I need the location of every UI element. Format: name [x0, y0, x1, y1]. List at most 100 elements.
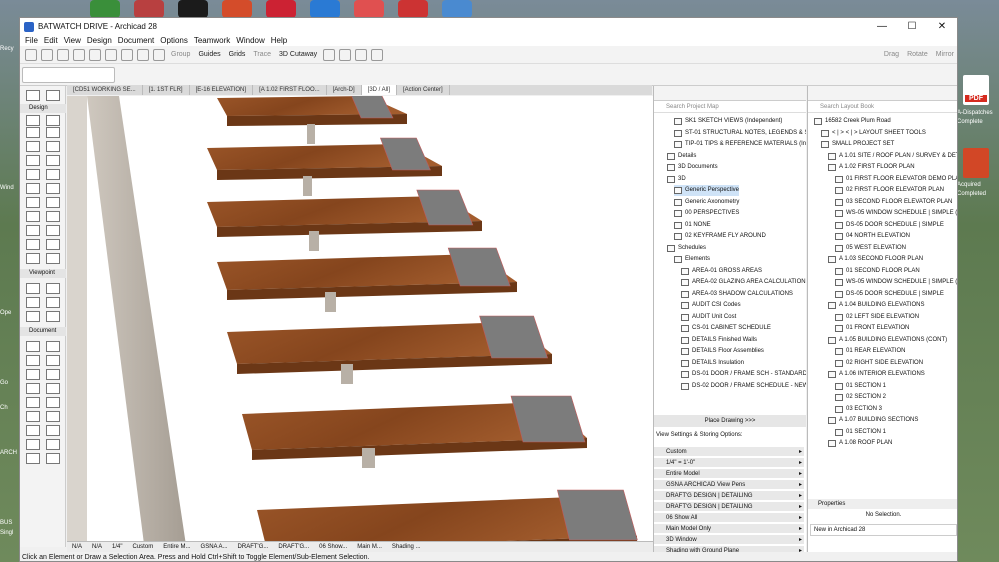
mirror-button[interactable]: Mirror [933, 51, 957, 58]
tree-item[interactable]: < | > < | > LAYOUT SHEET TOOLS [821, 128, 926, 139]
toolbox-tool-icon[interactable] [26, 311, 40, 322]
toolbox-tool-icon[interactable] [46, 115, 60, 126]
status-na-2[interactable]: N/A [87, 544, 107, 550]
status-shading[interactable]: Shading ... [387, 544, 426, 550]
menu-options[interactable]: Options [157, 35, 191, 46]
tab-e16-elevation[interactable]: [E-16 ELEVATION] [190, 85, 254, 95]
tree-item[interactable]: AREA-03 SHADOW CALCULATIONS [681, 289, 793, 300]
toolbox-tool-icon[interactable] [26, 141, 40, 152]
toolbox-tool-icon[interactable] [46, 397, 60, 408]
toolbox-tool-icon[interactable] [46, 127, 60, 138]
view-setting-row[interactable]: DRAFT'G DESIGN | DETAILING [654, 491, 804, 501]
pick-up-icon[interactable] [105, 48, 117, 61]
open-icon[interactable] [25, 48, 37, 61]
info-box-controls[interactable] [22, 67, 115, 83]
tree-item[interactable]: Generic Perspective [674, 185, 740, 196]
tree-item[interactable]: TIP-01 TIPS & REFERENCE MATERIALS (Indep [674, 139, 806, 150]
tree-item[interactable]: DS-02 DOOR / FRAME SCHEDULE - NEW ( [681, 381, 806, 392]
tree-item[interactable]: 01 SECOND FLOOR PLAN [835, 266, 920, 277]
status-custom[interactable]: Custom [128, 544, 159, 550]
place-drawing-button[interactable]: Place Drawing >>> [654, 415, 806, 427]
toolbox-tool-icon[interactable] [26, 283, 40, 294]
toolbox-tool-icon[interactable] [46, 439, 60, 450]
tree-item[interactable]: 02 KEYFRAME FLY AROUND [674, 231, 766, 242]
tree-item[interactable]: A 1.04 BUILDING ELEVATIONS [828, 300, 924, 311]
maximize-button[interactable]: ☐ [897, 21, 927, 32]
tree-item[interactable]: A 1.01 SITE / ROOF PLAN / SURVEY & DETAI [828, 151, 957, 162]
tree-item[interactable]: AREA-01 GROSS AREAS [681, 266, 762, 277]
tree-item[interactable]: 01 FIRST FLOOR ELEVATOR DEMO PLAN [835, 174, 957, 185]
stair-landing-block[interactable] [510, 395, 586, 443]
tree-item[interactable]: 03 ECTION 3 [835, 404, 882, 415]
tab-3d-all[interactable]: [3D / All] [361, 85, 397, 95]
minimize-button[interactable]: — [867, 21, 897, 32]
toolbox-tool-icon[interactable] [46, 341, 60, 352]
tree-item[interactable]: DETAILS Finished Walls [681, 335, 757, 346]
tree-item[interactable]: WS-05 WINDOW SCHEDULE | SIMPLE (1) [835, 208, 957, 219]
tree-item[interactable]: DS-05 DOOR SCHEDULE | SIMPLE [835, 289, 944, 300]
toolbox-tool-icon[interactable] [46, 283, 60, 294]
tree-item[interactable]: 05 WEST ELEVATION [835, 243, 906, 254]
marquee-tool-icon[interactable] [46, 90, 60, 101]
tree-item[interactable]: 3D Documents [667, 162, 718, 173]
status-draftg-1[interactable]: DRAFT'G... [233, 544, 274, 550]
tree-item[interactable]: 01 FRONT ELEVATION [835, 323, 909, 334]
toolbox-tool-icon[interactable] [26, 355, 40, 366]
tree-item[interactable]: 02 RIGHT SIDE ELEVATION [835, 358, 923, 369]
toolbox-tool-icon[interactable] [26, 225, 40, 236]
toolbox-tool-icon[interactable] [26, 115, 40, 126]
menu-file[interactable]: File [22, 35, 41, 46]
explode-icon[interactable] [323, 48, 336, 61]
trace-button[interactable]: Trace [250, 51, 274, 58]
tree-item[interactable]: Details [667, 151, 696, 162]
filter-icon[interactable] [339, 48, 352, 61]
toolbox-tool-icon[interactable] [26, 411, 40, 422]
arrow-tool-icon[interactable] [26, 90, 40, 101]
tree-item[interactable]: 02 FIRST FLOOR ELEVATOR PLAN [835, 185, 944, 196]
status-scale[interactable]: 1/4" [107, 544, 127, 550]
tab-a102-first-floor[interactable]: [A 1.02 FIRST FLOO... [253, 85, 327, 95]
grids-button[interactable]: Grids [226, 51, 249, 58]
status-gsna[interactable]: GSNA A... [196, 544, 233, 550]
tree-item[interactable]: 03 SECOND FLOOR ELEVATOR PLAN [835, 197, 952, 208]
toolbox-tool-icon[interactable] [46, 225, 60, 236]
redo-icon[interactable] [73, 48, 85, 61]
menu-view[interactable]: View [61, 35, 84, 46]
stair-landing-block[interactable] [557, 489, 638, 541]
group-button[interactable]: Group [168, 51, 193, 58]
tree-item[interactable]: Elements [674, 254, 710, 265]
powerpoint-icon[interactable] [963, 148, 989, 178]
toolbox-tool-icon[interactable] [26, 197, 40, 208]
toolbox-tool-icon[interactable] [46, 311, 60, 322]
tree-item[interactable]: DS-05 DOOR SCHEDULE | SIMPLE [835, 220, 944, 231]
guides-button[interactable]: Guides [195, 51, 223, 58]
menu-help[interactable]: Help [268, 35, 290, 46]
status-show-all[interactable]: 06 Show... [314, 544, 352, 550]
tree-item[interactable]: A 1.07 BUILDING SECTIONS [828, 415, 918, 426]
tree-item[interactable]: 01 REAR ELEVATION [835, 346, 905, 357]
tree-item[interactable]: CS-01 CABINET SCHEDULE [681, 323, 771, 334]
toolbox-tool-icon[interactable] [26, 239, 40, 250]
toolbox-tool-icon[interactable] [26, 127, 40, 138]
view-setting-row[interactable]: 1/4" = 1'-0" [654, 458, 804, 468]
view-icon[interactable] [371, 48, 384, 61]
view-setting-row[interactable]: DRAFT'G DESIGN | DETAILING [654, 502, 804, 512]
search-project-map-input[interactable]: Search Project Map [654, 101, 806, 113]
tree-item[interactable]: DS-01 DOOR / FRAME SCH - STANDARD [681, 369, 806, 380]
view-setting-row[interactable]: GSNA ARCHICAD View Pens [654, 480, 804, 490]
close-button[interactable]: ✕ [927, 21, 957, 32]
toolbox-document-section[interactable]: Document [20, 327, 66, 336]
tree-item[interactable]: ST-01 STRUCTURAL NOTES, LEGENDS & SCH [674, 128, 806, 139]
status-na-1[interactable]: N/A [67, 544, 87, 550]
properties-header[interactable]: Properties [808, 499, 957, 509]
tab-1st-flr[interactable]: [1. 1ST FLR] [143, 85, 190, 95]
menu-teamwork[interactable]: Teamwork [191, 35, 233, 46]
wand-icon[interactable] [355, 48, 368, 61]
3d-cutaway-button[interactable]: 3D Cutaway [276, 51, 320, 58]
tree-item[interactable]: 02 LEFT SIDE ELEVATION [835, 312, 919, 323]
toolbox-tool-icon[interactable] [26, 297, 40, 308]
tree-item[interactable]: Schedules [667, 243, 706, 254]
toolbox-tool-icon[interactable] [26, 155, 40, 166]
tree-item[interactable]: Generic Axonometry [674, 197, 739, 208]
toolbox-tool-icon[interactable] [26, 211, 40, 222]
